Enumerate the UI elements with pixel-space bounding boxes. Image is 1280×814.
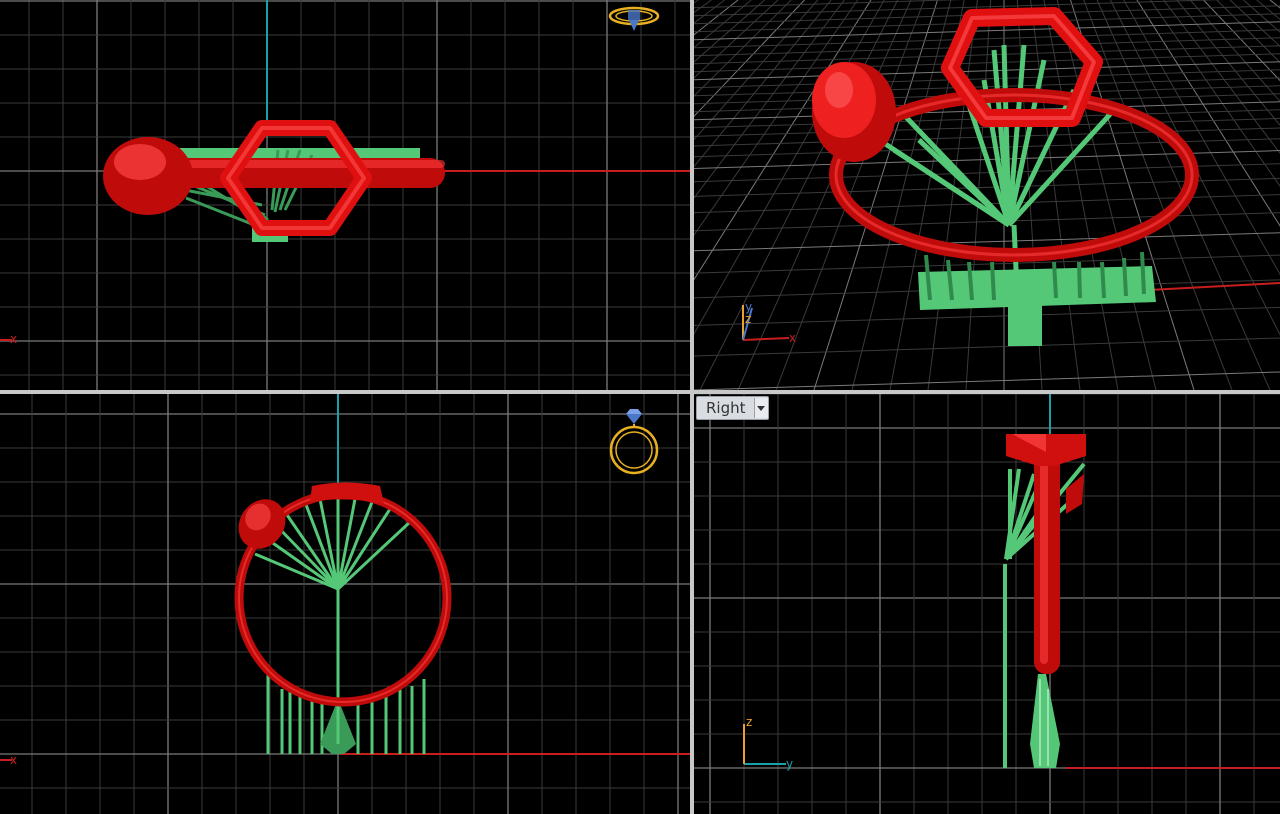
axis-x-label: x bbox=[10, 332, 17, 346]
ring-gizmo-icon[interactable] bbox=[608, 6, 660, 31]
svg-text:x: x bbox=[789, 331, 796, 345]
svg-text:y: y bbox=[786, 757, 793, 771]
viewport-perspective[interactable]: x y z bbox=[694, 0, 1280, 390]
viewport-right-canvas: y z bbox=[694, 394, 1280, 814]
grid-line bbox=[1083, 0, 1233, 390]
svg-text:x: x bbox=[10, 753, 17, 767]
viewport-right[interactable]: y z Right bbox=[694, 394, 1280, 814]
grid-line bbox=[694, 0, 859, 236]
grid bbox=[694, 394, 1280, 814]
viewport-label-right[interactable]: Right bbox=[696, 396, 769, 420]
grid-line bbox=[694, 0, 845, 199]
grid-line bbox=[737, 0, 912, 390]
axis-indicator: y z bbox=[743, 715, 793, 771]
svg-text:z: z bbox=[745, 312, 751, 326]
grid-line bbox=[694, 337, 1280, 357]
dropdown-arrow-icon[interactable] bbox=[753, 398, 768, 418]
ring-gizmo-icon[interactable] bbox=[609, 409, 659, 475]
viewport-top[interactable]: x bbox=[0, 0, 690, 390]
grid-line bbox=[694, 212, 1280, 232]
svg-text:z: z bbox=[746, 715, 752, 729]
viewport-top-canvas: x bbox=[0, 0, 690, 390]
viewport-divider-vertical[interactable] bbox=[690, 0, 694, 814]
viewport-label-text: Right bbox=[706, 399, 746, 417]
viewport-front-canvas: x bbox=[0, 394, 690, 814]
grid-line bbox=[694, 127, 1280, 147]
viewport-divider-horizontal[interactable] bbox=[0, 390, 1280, 394]
grid-line bbox=[694, 29, 1280, 49]
x-axis-line bbox=[1148, 282, 1280, 291]
viewport-perspective-canvas: x y z bbox=[694, 0, 1280, 390]
grid-line bbox=[694, 306, 1280, 326]
viewport-front[interactable]: x bbox=[0, 394, 690, 814]
